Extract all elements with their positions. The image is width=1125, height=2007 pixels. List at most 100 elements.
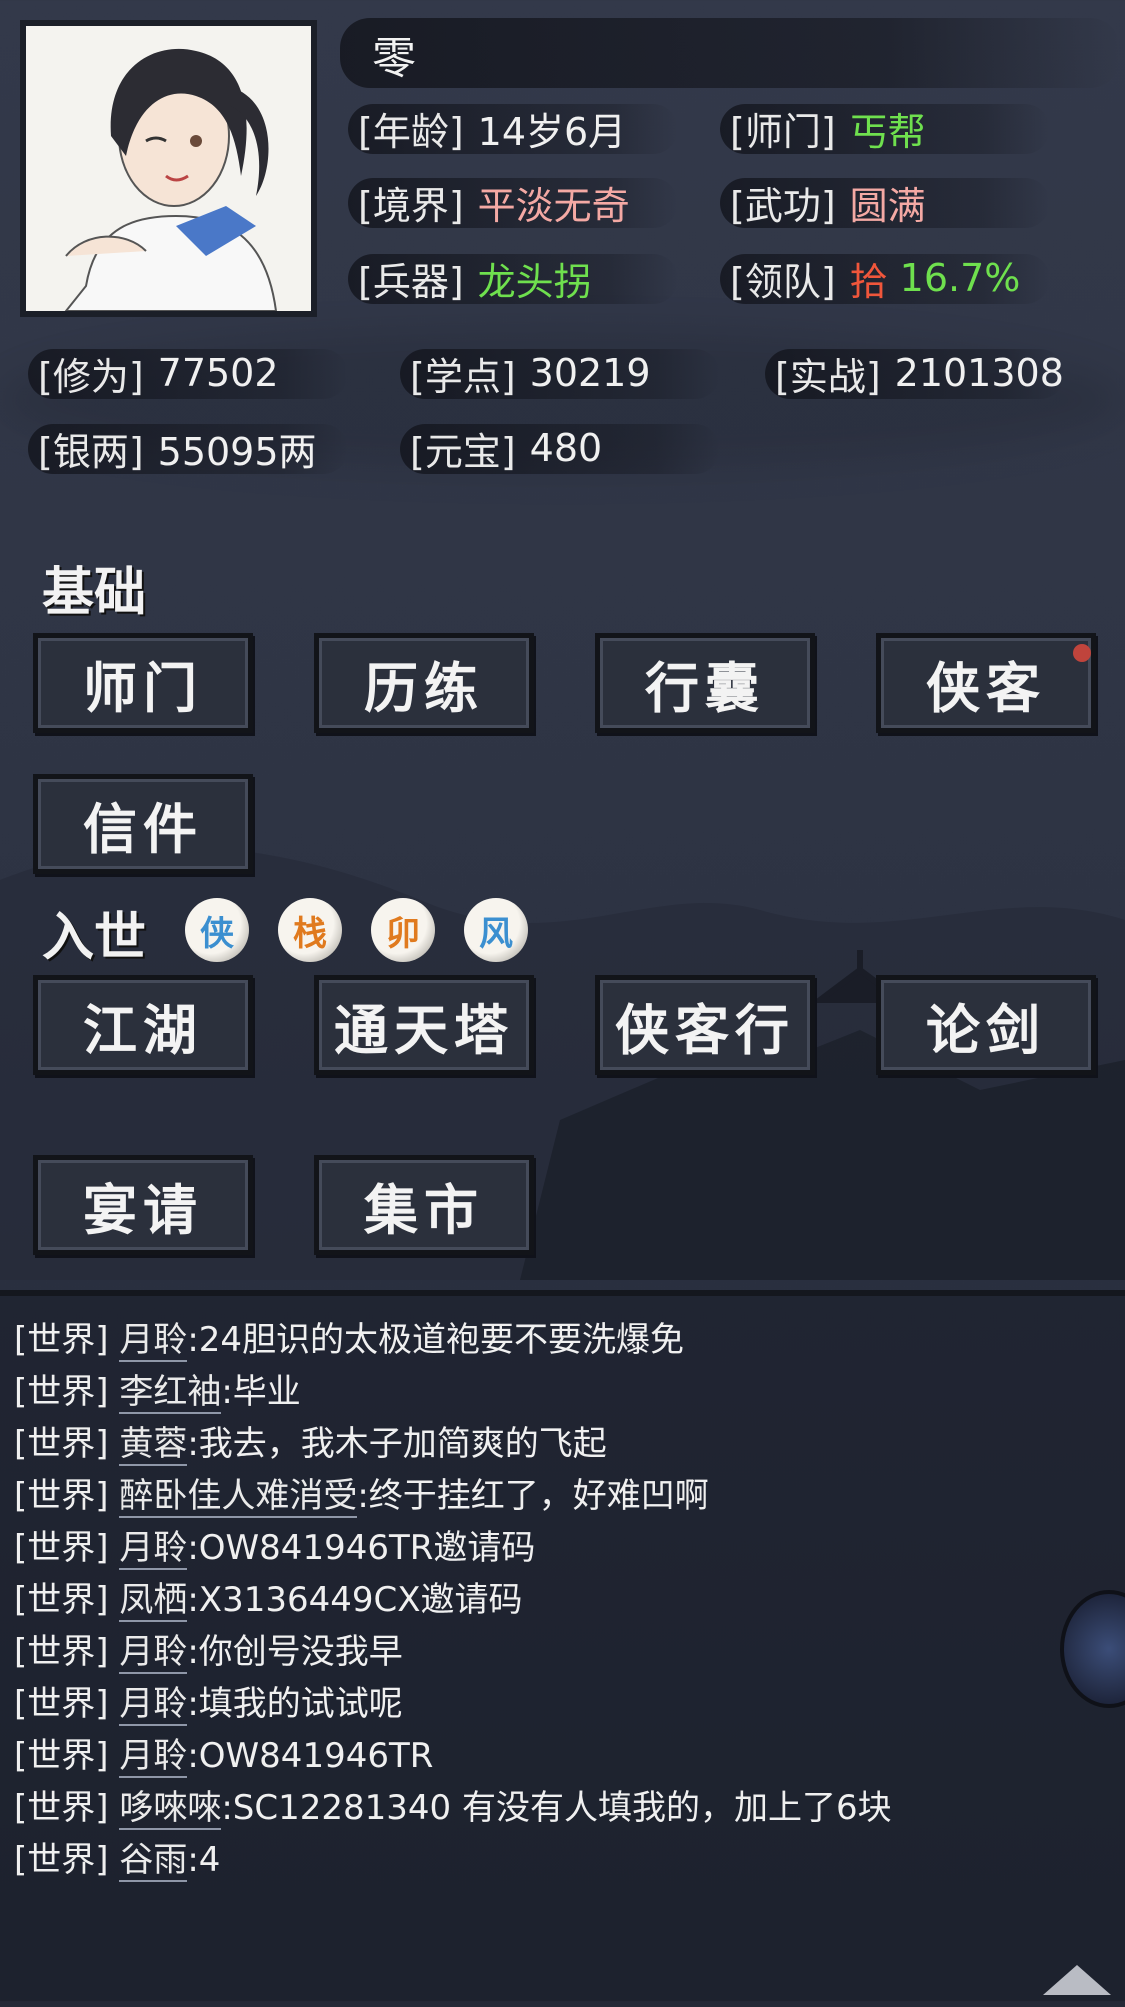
martial-label: [武功] <box>730 183 836 228</box>
combat-stat: [实战] 2101308 <box>765 343 1065 403</box>
chat-channel: [世界] <box>14 1580 109 1620</box>
inventory-button[interactable]: 行囊 <box>595 633 815 733</box>
age-stat: [年龄] 14岁6月 <box>348 98 678 158</box>
chat-line: [世界] 月聆:OW841946TR邀请码 <box>14 1520 536 1570</box>
training-button[interactable]: 历练 <box>314 633 534 733</box>
study-stat: [学点] 30219 <box>400 343 720 403</box>
chat-user-name[interactable]: 月聆 <box>119 1528 188 1570</box>
chat-message: :OW841946TR <box>187 1736 434 1776</box>
combat-value: 2101308 <box>894 351 1064 395</box>
banquet-button[interactable]: 宴请 <box>33 1155 253 1255</box>
chat-line: [世界] 月聆:OW841946TR <box>14 1728 434 1778</box>
tower-button[interactable]: 通天塔 <box>314 975 534 1075</box>
character-portrait[interactable] <box>20 20 317 317</box>
wind-badge-icon[interactable]: 风 <box>464 898 528 962</box>
market-button[interactable]: 集市 <box>314 1155 534 1255</box>
chat-channel: [世界] <box>14 1736 109 1776</box>
chat-line: [世界] 黄蓉:我去，我木子加简爽的飞起 <box>14 1416 607 1466</box>
realm-value: 平淡无奇 <box>477 183 630 228</box>
chat-user-name[interactable]: 李红袖 <box>119 1372 222 1414</box>
silver-label: [银两] <box>38 429 144 474</box>
weapon-stat: [兵器] 龙头拐 <box>348 248 678 308</box>
chat-line: [世界] 月聆:你创号没我早 <box>14 1624 403 1674</box>
sect-label: [师门] <box>730 109 836 154</box>
sect-stat: [师门] 丐帮 <box>720 98 1050 158</box>
chat-user-name[interactable]: 月聆 <box>119 1320 188 1362</box>
chat-channel: [世界] <box>14 1424 109 1464</box>
chat-user-name[interactable]: 月聆 <box>119 1736 188 1778</box>
scroll-up-arrow-icon[interactable] <box>1043 1965 1111 1995</box>
basics-section-title: 基础 <box>42 562 147 623</box>
chat-message: :毕业 <box>221 1372 301 1412</box>
chat-message: :X3136449CX邀请码 <box>187 1580 523 1620</box>
hero-journey-button[interactable]: 侠客行 <box>595 975 815 1075</box>
duel-button[interactable]: 论剑 <box>876 975 1096 1075</box>
chat-channel: [世界] <box>14 1684 109 1724</box>
chat-user-name[interactable]: 哆唻唻 <box>119 1788 222 1830</box>
weapon-value: 龙头拐 <box>477 259 592 304</box>
chat-channel: [世界] <box>14 1476 109 1516</box>
chat-channel: [世界] <box>14 1372 109 1412</box>
ingot-label: [元宝] <box>410 429 516 474</box>
chat-message: :4 <box>187 1840 221 1880</box>
notification-dot <box>1073 644 1091 662</box>
chat-channel: [世界] <box>14 1840 109 1880</box>
ingot-stat: [元宝] 480 <box>400 418 720 478</box>
chat-message: :你创号没我早 <box>187 1632 403 1672</box>
sect-value: 丐帮 <box>849 109 926 154</box>
hero-badge-icon[interactable]: 侠 <box>185 898 249 962</box>
chat-line: [世界] 哆唻唻:SC12281340 有没有人填我的，加上了6块 <box>14 1780 892 1830</box>
team-percent: 16.7% <box>899 256 1021 300</box>
study-value: 30219 <box>529 351 651 395</box>
silver-stat: [银两] 55095两 <box>28 418 348 478</box>
chat-channel: [世界] <box>14 1788 109 1828</box>
chat-channel: [世界] <box>14 1528 109 1568</box>
team-label: [领队] <box>730 259 836 304</box>
chat-line: [世界] 月聆:24胆识的太极道袍要不要洗爆免 <box>14 1312 685 1362</box>
chat-line: [世界] 谷雨:4 <box>14 1832 221 1882</box>
chat-user-name[interactable]: 醉卧佳人难消受 <box>119 1476 358 1518</box>
chat-user-name[interactable]: 月聆 <box>119 1684 188 1726</box>
chat-message: :我去，我木子加简爽的飞起 <box>187 1424 607 1464</box>
study-label: [学点] <box>410 354 516 399</box>
cultivation-value: 77502 <box>157 351 279 395</box>
weapon-label: [兵器] <box>358 259 464 304</box>
inn-badge-icon[interactable]: 栈 <box>278 898 342 962</box>
age-label: [年龄] <box>358 109 464 154</box>
chat-line: [世界] 月聆:填我的试试呢 <box>14 1676 403 1726</box>
silver-value: 55095两 <box>157 429 317 474</box>
heroes-button[interactable]: 侠客 <box>876 633 1096 733</box>
mail-button[interactable]: 信件 <box>33 774 253 874</box>
chat-message: :SC12281340 有没有人填我的，加上了6块 <box>221 1788 892 1828</box>
martial-stat: [武功] 圆满 <box>720 172 1050 232</box>
chat-user-name[interactable]: 谷雨 <box>119 1840 188 1882</box>
cultivation-label: [修为] <box>38 354 144 399</box>
age-value: 14岁6月 <box>477 109 627 154</box>
chat-user-name[interactable]: 月聆 <box>119 1632 188 1674</box>
chat-message: :OW841946TR邀请码 <box>187 1528 536 1568</box>
team-rank: 拾 <box>849 259 888 304</box>
world-section-title: 入世 <box>42 907 147 968</box>
character-name: 零 <box>372 33 416 84</box>
chat-user-name[interactable]: 黄蓉 <box>119 1424 188 1466</box>
chat-line: [世界] 李红袖:毕业 <box>14 1364 301 1414</box>
chat-message: :24胆识的太极道袍要不要洗爆免 <box>187 1320 685 1360</box>
realm-stat: [境界] 平淡无奇 <box>348 172 678 232</box>
martial-value: 圆满 <box>849 183 926 228</box>
chat-channel: [世界] <box>14 1632 109 1672</box>
chat-message: :终于挂红了，好难凹啊 <box>357 1476 709 1516</box>
chat-user-name[interactable]: 凤栖 <box>119 1580 188 1622</box>
ingot-value: 480 <box>529 426 603 470</box>
jianghu-button[interactable]: 江湖 <box>33 975 253 1075</box>
name-banner <box>340 18 1120 88</box>
sect-button[interactable]: 师门 <box>33 633 253 733</box>
combat-label: [实战] <box>775 354 881 399</box>
cultivation-stat: [修为] 77502 <box>28 343 348 403</box>
chat-message: :填我的试试呢 <box>187 1684 403 1724</box>
chat-line: [世界] 醉卧佳人难消受:终于挂红了，好难凹啊 <box>14 1468 709 1518</box>
chat-channel: [世界] <box>14 1320 109 1360</box>
realm-label: [境界] <box>358 183 464 228</box>
portrait-image <box>26 26 311 311</box>
chat-line: [世界] 凤栖:X3136449CX邀请码 <box>14 1572 523 1622</box>
mao-badge-icon[interactable]: 卯 <box>371 898 435 962</box>
